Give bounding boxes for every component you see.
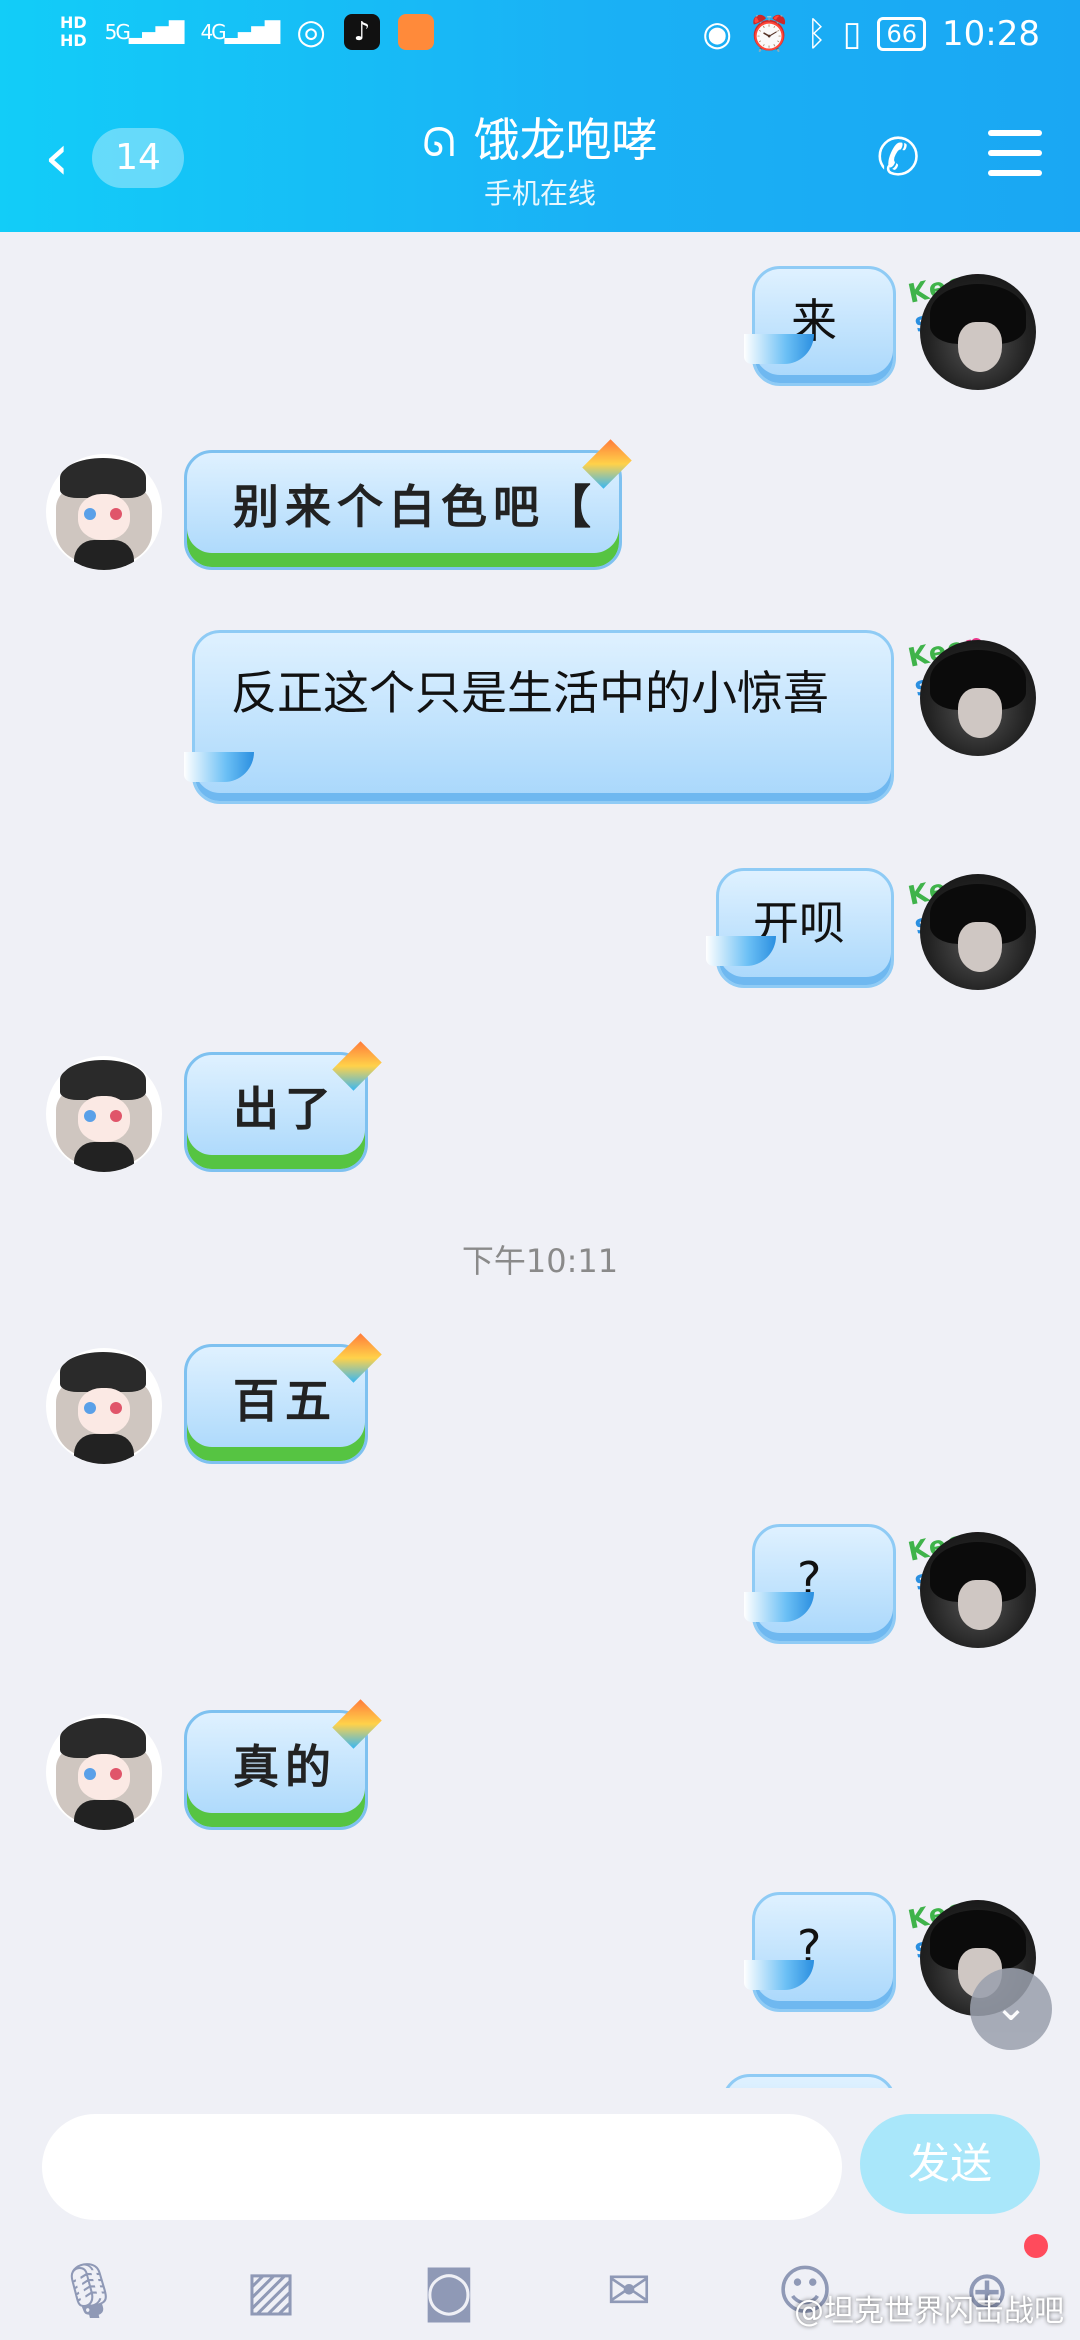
watermark: @坦克世界闪击战吧: [794, 2294, 1064, 2329]
message-bubble[interactable]: 开呗: [716, 868, 894, 988]
avatar[interactable]: [920, 640, 1036, 756]
scroll-down-button[interactable]: ⌄: [970, 1968, 1052, 2050]
message-bubble[interactable]: ?: [752, 1524, 896, 1644]
notification-dot: [1024, 2234, 1048, 2258]
message-bubble[interactable]: 来: [752, 266, 896, 386]
nav-bar: ‹ 14 ᘏ 饿龙咆哮 手机在线 ✆: [0, 110, 1080, 220]
microphone-icon[interactable]: 🎙: [54, 2258, 124, 2324]
message-input[interactable]: [42, 2114, 842, 2220]
avatar[interactable]: [46, 454, 162, 570]
message-row-partial: [0, 2070, 1080, 2090]
signal-icon: 4G▂▄▆█: [200, 20, 280, 44]
message-bubble[interactable]: 别来个白色吧【: [184, 450, 622, 570]
chat-header: HD HD 5G▂▄▆█ 4G▂▄▆█ ◎ ♪ ◉ ⏰ ᛒ ▯ 66 10:28…: [0, 0, 1080, 232]
avatar[interactable]: [46, 1348, 162, 1464]
tiktok-icon: ♪: [343, 14, 380, 50]
message-bubble[interactable]: 反正这个只是生活中的小惊喜: [192, 630, 894, 804]
camera-icon[interactable]: ◙: [414, 2258, 484, 2324]
alarm-icon: ⏰: [748, 14, 791, 54]
app-notification-icon: [397, 14, 434, 50]
red-packet-icon[interactable]: ✉: [594, 2258, 664, 2324]
ear-icon: ᘏ: [422, 120, 456, 166]
sim-indicator: HD HD: [60, 13, 87, 50]
phone-icon[interactable]: ✆: [876, 128, 920, 188]
message-bubble[interactable]: ?: [752, 1892, 896, 2012]
bluetooth-icon: ᛒ: [806, 14, 827, 54]
avatar[interactable]: [920, 874, 1036, 990]
send-button[interactable]: 发送: [860, 2114, 1040, 2214]
eye-icon: ◉: [702, 14, 732, 54]
battery-icon: 66: [877, 17, 927, 51]
avatar[interactable]: [46, 1714, 162, 1830]
signal-icon: 5G▂▄▆█: [104, 20, 185, 44]
avatar[interactable]: [920, 1532, 1036, 1648]
avatar[interactable]: [46, 1056, 162, 1172]
menu-icon[interactable]: [988, 130, 1042, 190]
status-bar: HD HD 5G▂▄▆█ 4G▂▄▆█ ◎ ♪ ◉ ⏰ ᛒ ▯ 66 10:28: [0, 0, 1080, 80]
image-icon[interactable]: ▨: [236, 2258, 306, 2324]
vibrate-icon: ▯: [842, 14, 862, 54]
clock: 10:28: [942, 14, 1040, 54]
avatar[interactable]: [920, 274, 1036, 390]
sync-icon: ◎: [296, 12, 326, 52]
timestamp: 下午10:11: [461, 1242, 619, 1280]
